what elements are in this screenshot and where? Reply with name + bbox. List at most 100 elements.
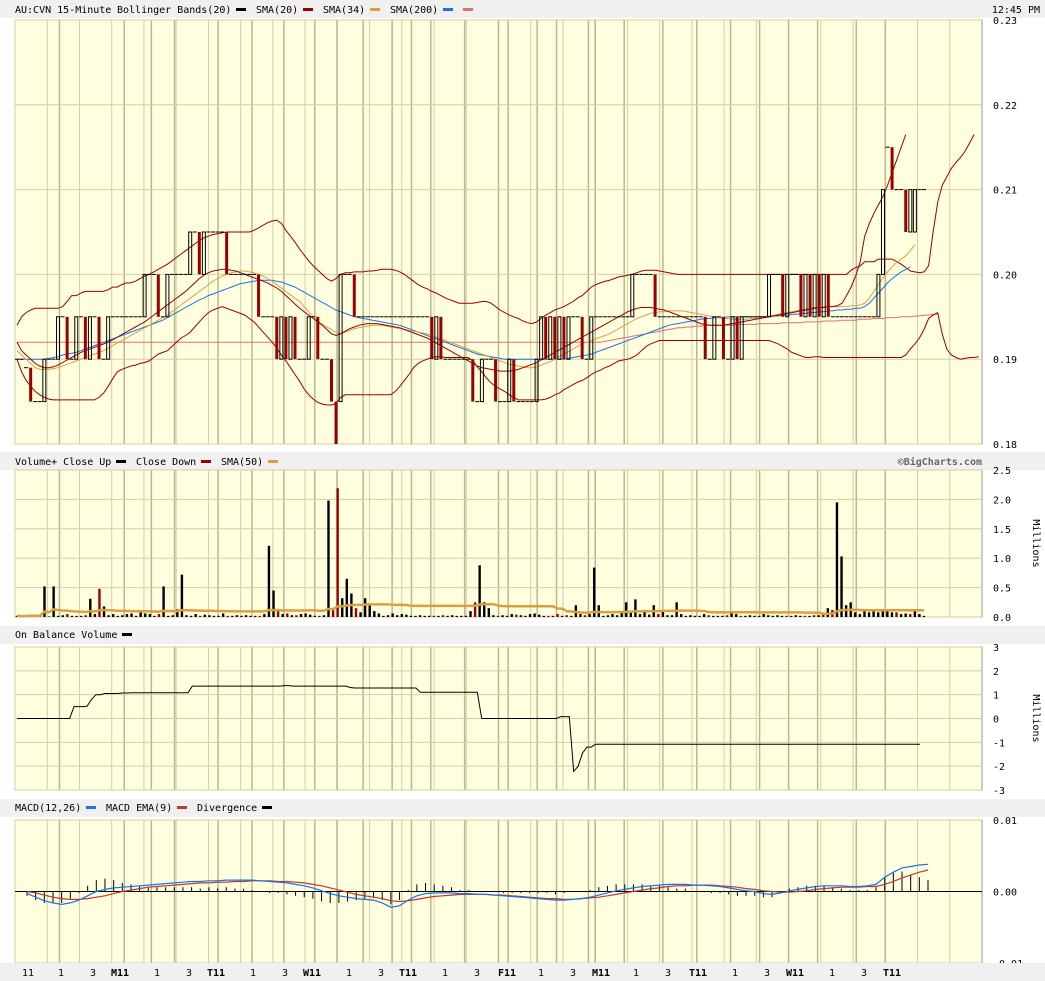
price-bar [721, 316, 725, 360]
price-bar [553, 316, 557, 360]
x-tick-label: W11 [303, 968, 321, 979]
price-bar [562, 316, 566, 360]
price-bar [352, 274, 356, 317]
price-bar [97, 316, 101, 360]
price-bar [329, 359, 333, 402]
y-tick-label: -2 [993, 762, 1005, 773]
volume-bar [799, 615, 802, 617]
y-tick-label: 0.0 [993, 613, 1011, 624]
price-bar [197, 232, 201, 275]
volume-bar [212, 615, 216, 617]
volume-bar [194, 614, 197, 617]
volume-bar [840, 556, 843, 617]
volume-bar [666, 615, 669, 617]
price-bar [735, 316, 739, 360]
volume-bar [492, 615, 495, 617]
x-tick-label: 3 [186, 968, 192, 979]
volume-bar [455, 615, 458, 617]
x-tick-label: W11 [786, 968, 804, 979]
x-tick-label: 3 [764, 968, 770, 979]
volume-bar [542, 615, 545, 617]
volume-bar [744, 615, 747, 617]
legend-swatch [268, 460, 278, 463]
volume-bar [409, 615, 413, 617]
price-bar [512, 359, 516, 402]
legend-swatch [370, 8, 380, 11]
volume-bar [657, 614, 660, 617]
volume-bar [359, 612, 362, 617]
volume-bar [125, 614, 129, 617]
price-bar [817, 274, 821, 317]
volume-bar [689, 615, 692, 617]
volume-bar [295, 615, 298, 617]
volume-bar [79, 615, 83, 617]
volume-bar [254, 615, 257, 617]
volume-bar [890, 612, 894, 617]
volume-bar [363, 598, 367, 617]
price-bar [544, 316, 548, 360]
volume-bar [606, 615, 610, 617]
volume-bar [281, 614, 284, 617]
volume-bar [721, 615, 724, 617]
volume-bar [785, 615, 788, 617]
volume-bar [592, 567, 596, 617]
price-bar [83, 316, 87, 360]
x-tick-label: F11 [498, 968, 516, 979]
y-tick-label: 2.0 [993, 495, 1011, 506]
x-tick-label: M11 [592, 968, 610, 979]
volume-bar [876, 612, 880, 617]
obv-panel: 3 2 1 0 -1 -2 -3 Millions [14, 643, 1041, 797]
price-bar [257, 274, 261, 317]
volume-bar [858, 614, 862, 617]
volume-bar [734, 614, 738, 617]
legend-swatch [122, 633, 132, 636]
x-tick-label: 1 [633, 968, 639, 979]
volume-bar [460, 615, 463, 617]
volume-bar [162, 586, 165, 617]
macd-legend: MACD(12,26) MACD EMA(9) Divergence [15, 803, 272, 814]
price-bar [781, 274, 785, 317]
legend-swatch [201, 460, 211, 463]
legend-swatch [236, 8, 246, 11]
volume-bar [638, 614, 642, 617]
volume-bar [322, 615, 326, 617]
volume-bar [505, 615, 509, 617]
volume-bar [753, 615, 756, 617]
volume-bar [111, 614, 115, 617]
volume-bar [423, 615, 426, 617]
volume-bar [602, 615, 605, 617]
volume-bar [611, 614, 614, 617]
macd-panel: 0.010.00-0.01 [14, 816, 1023, 970]
volume-bar [538, 614, 541, 617]
volume-bar [854, 612, 857, 617]
volume-bar [712, 615, 715, 617]
volume-bar [432, 615, 436, 617]
volume-bar [698, 615, 701, 617]
legend-swatch [303, 8, 313, 11]
obv-legend: On Balance Volume [15, 630, 132, 641]
volume-bar [418, 615, 422, 617]
legend-label: SMA(20) [256, 5, 298, 16]
volume-bar [414, 615, 417, 617]
volume-bar [625, 602, 628, 617]
volume-bar [570, 615, 573, 617]
volume-bar [551, 615, 555, 617]
volume-bar [75, 615, 78, 617]
y-tick-label: 1.0 [993, 554, 1011, 565]
volume-bar [771, 615, 775, 617]
legend-label: On Balance Volume [15, 630, 117, 641]
y-tick-label: 0.22 [993, 101, 1017, 112]
volume-bar [70, 615, 74, 617]
price-bar [494, 359, 498, 402]
volume-bar [221, 613, 225, 617]
volume-bar [345, 578, 349, 617]
volume-bar [501, 615, 504, 617]
x-tick-label: 1 [250, 968, 256, 979]
legend-label: MACD(12,26) [15, 803, 81, 814]
x-tick-label: 1 [732, 968, 738, 979]
volume-bar [757, 615, 761, 617]
x-tick-label: 11 [22, 968, 34, 979]
volume-bar [391, 613, 394, 617]
volume-bar [203, 614, 207, 617]
volume-bar [487, 608, 491, 617]
